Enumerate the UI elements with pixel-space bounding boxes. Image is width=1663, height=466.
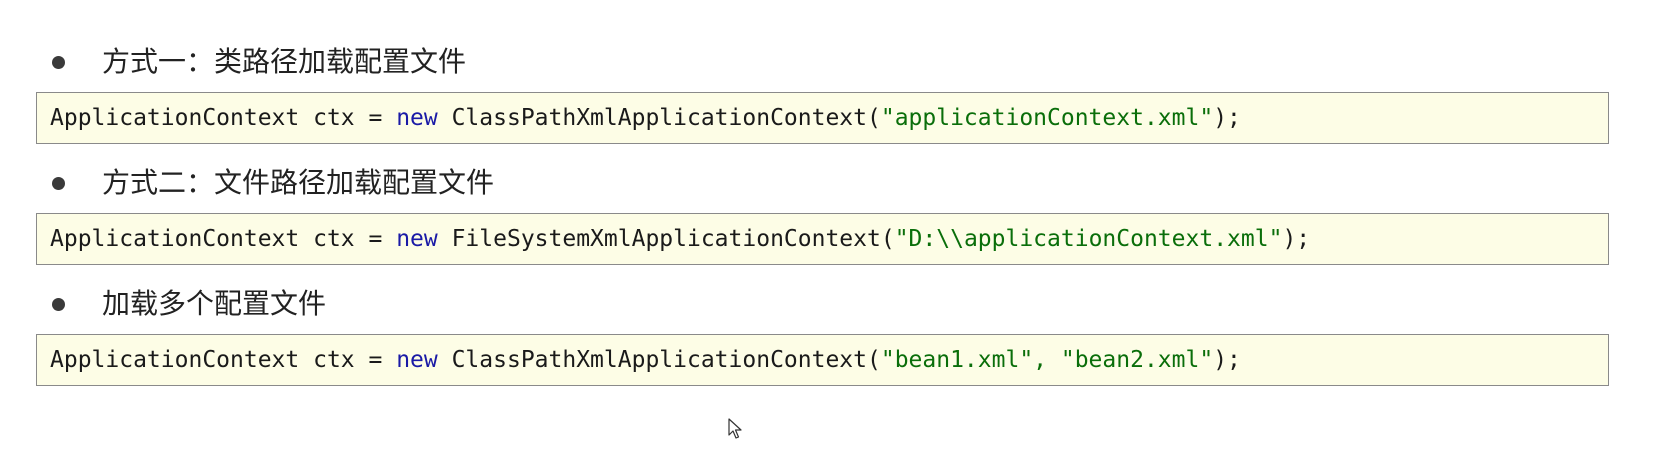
code-end: ); [1213, 105, 1241, 131]
bullet-text: 方式一：类路径加载配置文件 [102, 45, 467, 78]
bullet-text: 方式二：文件路径加载配置文件 [102, 166, 495, 199]
bullet-dot-icon [52, 177, 65, 190]
bullet-dot-icon [52, 56, 65, 69]
bullet-text: 加载多个配置文件 [102, 287, 327, 320]
code-block-1: ApplicationContext ctx = new ClassPathXm… [36, 92, 1609, 144]
code-args: "bean1.xml", "bean2.xml" [880, 347, 1214, 373]
code-end: ); [1213, 347, 1241, 373]
mouse-pointer-icon [728, 418, 742, 439]
code-keyword: new [396, 347, 438, 373]
code-var: ctx = [299, 347, 397, 373]
code-block-2: ApplicationContext ctx = new FileSystemX… [36, 213, 1609, 265]
code-type: ApplicationContext [50, 105, 300, 131]
code-keyword: new [396, 105, 438, 131]
code-var: ctx = [299, 226, 397, 252]
code-args: "applicationContext.xml" [880, 105, 1214, 131]
code-constructor: FileSystemXmlApplicationContext( [437, 226, 895, 252]
code-type: ApplicationContext [50, 347, 300, 373]
code-type: ApplicationContext [50, 226, 300, 252]
code-constructor: ClassPathXmlApplicationContext( [437, 105, 881, 131]
code-end: ); [1282, 226, 1311, 252]
code-constructor: ClassPathXmlApplicationContext( [437, 347, 881, 373]
code-var: ctx = [299, 105, 397, 131]
code-args: "D:\\applicationContext.xml" [894, 226, 1283, 252]
code-keyword: new [396, 226, 438, 252]
bullet-dot-icon [52, 298, 65, 311]
code-block-3: ApplicationContext ctx = new ClassPathXm… [36, 334, 1609, 386]
